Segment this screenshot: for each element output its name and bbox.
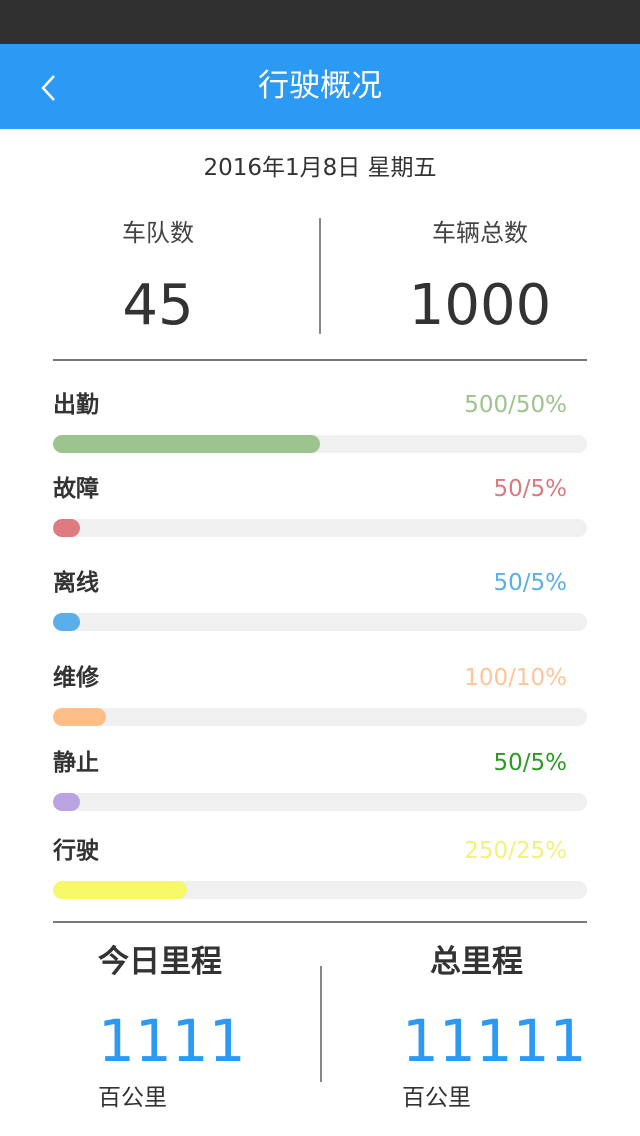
progress-track (53, 708, 587, 726)
page-title: 行驶概况 (258, 68, 382, 104)
status-row: 维修 100/10% (53, 663, 587, 743)
section-divider-top (53, 359, 587, 361)
fleet-count-value: 45 (122, 273, 194, 338)
progress-track (53, 793, 587, 811)
status-row: 行驶 250/25% (53, 836, 587, 916)
mileage-divider (320, 966, 322, 1082)
status-value: 250/25% (464, 838, 567, 864)
status-value: 50/5% (493, 476, 567, 502)
status-row: 出勤 500/50% (53, 390, 587, 470)
status-name: 出勤 (53, 392, 99, 418)
today-mileage-label: 今日里程 (98, 944, 222, 980)
date-label: 2016年1月8日 星期五 (203, 155, 437, 181)
progress-fill (53, 708, 106, 726)
status-row: 离线 50/5% (53, 568, 587, 648)
vehicle-count-panel: 车辆总数 1000 (330, 215, 630, 339)
status-value: 100/10% (464, 665, 567, 691)
progress-fill (53, 435, 320, 453)
total-mileage-label: 总里程 (430, 944, 523, 980)
total-mileage-unit: 百公里 (402, 1085, 471, 1111)
vehicle-count-label: 车辆总数 (432, 219, 528, 247)
progress-track (53, 519, 587, 537)
progress-track (53, 881, 587, 899)
summary-divider (319, 218, 321, 334)
fleet-count-label: 车队数 (122, 219, 194, 247)
status-name: 离线 (53, 570, 99, 596)
system-status-bar (0, 0, 640, 44)
fleet-count-panel: 车队数 45 (8, 215, 308, 339)
total-mileage-value: 11111 (402, 1007, 587, 1075)
status-name: 静止 (53, 750, 99, 776)
status-row: 故障 50/5% (53, 474, 587, 554)
vehicle-count-value: 1000 (408, 273, 552, 338)
status-name: 行驶 (53, 838, 99, 864)
nav-bar: 行驶概况 (0, 44, 640, 129)
status-name: 故障 (53, 476, 99, 502)
status-value: 50/5% (493, 750, 567, 776)
progress-fill (53, 519, 80, 537)
progress-track (53, 613, 587, 631)
progress-fill (53, 793, 80, 811)
progress-fill (53, 613, 80, 631)
status-row: 静止 50/5% (53, 748, 587, 828)
today-mileage-unit: 百公里 (98, 1085, 167, 1111)
today-mileage-value: 1111 (98, 1007, 246, 1075)
status-value: 500/50% (464, 392, 567, 418)
section-divider-bottom (53, 921, 587, 923)
status-name: 维修 (53, 665, 99, 691)
status-value: 50/5% (493, 570, 567, 596)
progress-fill (53, 881, 187, 899)
progress-track (53, 435, 587, 453)
